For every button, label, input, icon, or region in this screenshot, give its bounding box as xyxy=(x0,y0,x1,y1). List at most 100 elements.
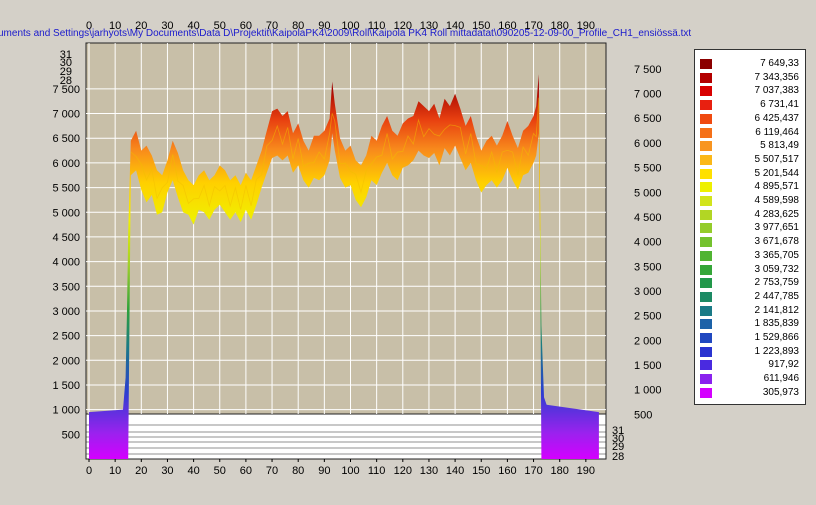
legend-item: 611,946 xyxy=(695,373,805,385)
legend-value: 1 835,839 xyxy=(754,318,800,330)
legend-value: 7 343,356 xyxy=(754,71,800,83)
legend-swatch xyxy=(700,127,712,138)
legend-item: 4 283,625 xyxy=(695,209,805,221)
legend-item: 2 141,812 xyxy=(695,305,805,317)
y-tick-label-left: 6 000 xyxy=(52,158,80,170)
legend-item: 3 671,678 xyxy=(695,236,805,248)
y-tick-label-right: 2 500 xyxy=(634,311,662,323)
y-tick-label-left: 5 000 xyxy=(52,207,80,219)
legend-value: 5 201,544 xyxy=(754,167,800,179)
y-tick-label-left: 1 500 xyxy=(52,380,80,392)
x-tick-label-bottom: 150 xyxy=(472,465,490,477)
plot-area xyxy=(85,42,607,460)
legend-swatch xyxy=(700,333,712,343)
legend-swatch xyxy=(700,168,712,179)
y-tick-label-left: 5 500 xyxy=(52,183,80,195)
y-tick-label-left: 4 500 xyxy=(52,232,80,244)
x-tick-label-bottom: 40 xyxy=(187,465,199,477)
legend-value: 4 895,571 xyxy=(754,181,800,193)
legend-swatch xyxy=(700,182,712,193)
legend-swatch xyxy=(700,360,712,371)
x-tick-label-bottom: 80 xyxy=(292,465,304,477)
legend-value: 6 731,41 xyxy=(760,99,799,111)
x-tick-label-bottom: 10 xyxy=(109,465,121,477)
legend-value: 4 283,625 xyxy=(754,208,800,220)
y-tick-label-left: 500 xyxy=(62,429,80,441)
legend-swatch xyxy=(700,291,712,302)
y-tick-label-left: 3 000 xyxy=(52,306,80,318)
legend-swatch xyxy=(700,154,712,165)
legend-value: 3 365,705 xyxy=(754,249,800,261)
legend-swatch xyxy=(700,319,712,330)
legend-swatch xyxy=(700,72,712,83)
legend-item: 2 753,759 xyxy=(695,277,805,289)
legend-swatch xyxy=(700,209,712,220)
y-tick-label-left: 6 500 xyxy=(52,133,80,145)
legend-swatch xyxy=(700,141,712,152)
depth-strip xyxy=(85,413,607,460)
legend-value: 2 753,759 xyxy=(754,277,800,289)
x-tick-label-bottom: 170 xyxy=(524,465,542,477)
legend-value: 3 977,651 xyxy=(754,222,800,234)
legend-value: 917,92 xyxy=(768,359,799,371)
legend-swatch xyxy=(700,59,712,69)
x-tick-label-bottom: 50 xyxy=(214,465,226,477)
legend-item: 3 059,732 xyxy=(695,264,805,276)
y-tick-label-right: 5 500 xyxy=(634,163,662,175)
y-tick-label-left: 4 000 xyxy=(52,257,80,269)
x-tick-label-bottom: 20 xyxy=(135,465,147,477)
legend-swatch xyxy=(700,223,712,234)
x-tick-label-bottom: 180 xyxy=(551,465,569,477)
y-tick-label-right: 3 500 xyxy=(634,261,662,273)
legend-swatch xyxy=(700,264,712,275)
legend-swatch xyxy=(700,237,712,248)
y-tick-label-left: 7 000 xyxy=(52,109,80,121)
legend-value: 5 507,517 xyxy=(754,153,800,165)
legend-value: 5 813,49 xyxy=(760,140,799,152)
x-tick-label-bottom: 70 xyxy=(266,465,278,477)
legend-value: 2 141,812 xyxy=(754,304,800,316)
legend-value: 7 037,383 xyxy=(754,85,800,97)
legend-swatch xyxy=(700,250,712,261)
legend-swatch xyxy=(700,374,712,385)
legend-swatch xyxy=(700,196,712,206)
x-tick-label-bottom: 160 xyxy=(498,465,516,477)
legend-item: 7 037,383 xyxy=(695,85,805,97)
legend-value: 2 447,785 xyxy=(754,290,800,302)
legend-swatch xyxy=(700,100,712,111)
y-tick-label-right: 7 000 xyxy=(634,89,662,101)
legend-item: 1 223,893 xyxy=(695,346,805,358)
y-tick-label-right: 3 000 xyxy=(634,286,662,298)
legend-swatch xyxy=(700,113,712,124)
y-tick-label-right: 6 000 xyxy=(634,138,662,150)
y-tick-label-left: 3 500 xyxy=(52,281,80,293)
x-tick-label-bottom: 30 xyxy=(161,465,173,477)
color-legend: 7 649,33 7 343,356 7 037,383 6 731,41 6 425,… xyxy=(694,49,806,405)
x-tick-label-bottom: 110 xyxy=(368,465,386,477)
legend-value: 1 223,893 xyxy=(754,345,800,357)
legend-value: 1 529,866 xyxy=(754,332,800,343)
legend-item: 7 343,356 xyxy=(695,72,805,84)
x-tick-label-bottom: 140 xyxy=(446,465,464,477)
y-tick-label-right: 5 000 xyxy=(634,187,662,199)
y-tick-label-left: 2 000 xyxy=(52,355,80,367)
legend-item: 6 731,41 xyxy=(695,99,805,111)
legend-item: 4 895,571 xyxy=(695,181,805,193)
legend-swatch xyxy=(700,346,712,357)
legend-item: 1 835,839 xyxy=(695,318,805,330)
legend-value: 6 119,464 xyxy=(755,126,799,138)
depth-tick-label-left: 28 xyxy=(60,75,72,87)
legend-item: 7 649,33 xyxy=(695,58,805,70)
depth-tick-label-right: 28 xyxy=(612,451,624,463)
x-tick-label-bottom: 60 xyxy=(240,465,252,477)
legend-swatch xyxy=(700,305,712,316)
x-tick-label-bottom: 130 xyxy=(420,465,438,477)
x-tick-label-bottom: 100 xyxy=(341,465,359,477)
legend-item: 5 201,544 xyxy=(695,168,805,180)
y-tick-label-right: 2 000 xyxy=(634,335,662,347)
legend-item: 305,973 xyxy=(695,387,805,399)
legend-item: 6 119,464 xyxy=(695,127,805,139)
legend-item: 917,92 xyxy=(695,359,805,371)
y-tick-label-right: 1 000 xyxy=(634,385,662,397)
y-tick-label-right: 500 xyxy=(634,409,652,421)
